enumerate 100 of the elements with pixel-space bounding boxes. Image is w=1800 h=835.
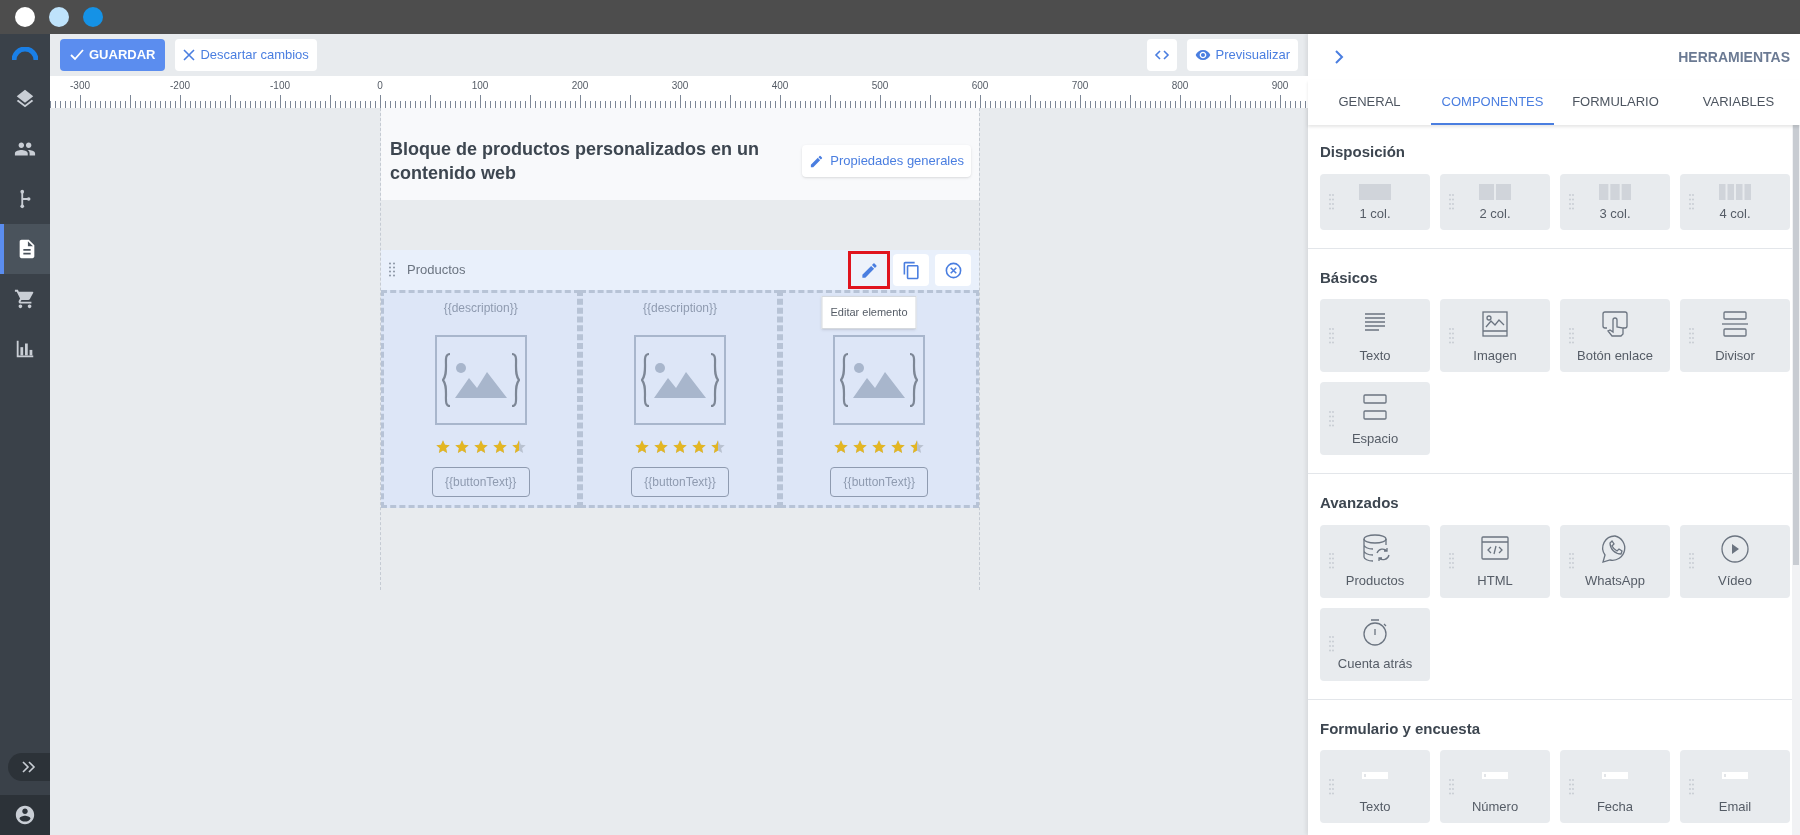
panel-tab[interactable]: VARIABLES: [1677, 80, 1800, 125]
ruler-label: 500: [871, 79, 889, 93]
ruler-label: 600: [971, 79, 989, 93]
component-tile[interactable]: Botón enlace: [1560, 299, 1670, 372]
star-icon: [710, 439, 726, 455]
delete-button[interactable]: [935, 254, 971, 286]
component-tile[interactable]: Email: [1680, 750, 1790, 823]
double-chevron-icon: [22, 761, 36, 773]
discard-button[interactable]: Descartar cambios: [175, 39, 317, 71]
input-field-icon: [1482, 771, 1508, 779]
component-tile[interactable]: Imagen: [1440, 299, 1550, 372]
window-dot-icon[interactable]: [82, 6, 104, 28]
panel-title: HERRAMIENTAS: [1678, 47, 1790, 67]
star-icon: [634, 439, 650, 455]
ruler-label: 100: [471, 79, 489, 93]
panel-tab[interactable]: GENERAL: [1308, 80, 1431, 125]
drag-handle-icon[interactable]: [1689, 193, 1694, 210]
window-dot-icon[interactable]: [48, 6, 70, 28]
logo-icon[interactable]: [12, 47, 38, 61]
scrollbar[interactable]: [1792, 125, 1800, 835]
tooltip: Editar elemento: [821, 296, 917, 329]
drag-handle-icon[interactable]: [1689, 778, 1694, 795]
drag-handle-icon[interactable]: [1689, 327, 1694, 344]
star-icon: [871, 439, 888, 455]
panel-tab[interactable]: COMPONENTES: [1431, 80, 1554, 125]
drag-handle-icon[interactable]: [1689, 553, 1694, 569]
section-title: Formulario y encuesta: [1320, 718, 1482, 739]
component-tile[interactable]: 2 col.: [1440, 173, 1550, 230]
input-field-icon: [1602, 771, 1628, 779]
star-icon: [672, 439, 688, 455]
drag-handle-icon[interactable]: [1449, 327, 1454, 344]
columns-icon: [1599, 184, 1631, 200]
properties-button[interactable]: Propiedades generales: [802, 145, 971, 177]
component-tile[interactable]: Productos: [1320, 524, 1430, 598]
ruler-label: 0: [377, 79, 383, 93]
ruler-label: -100: [270, 79, 290, 93]
close-icon: [183, 49, 196, 61]
copy-button[interactable]: [893, 254, 929, 286]
ruler-label: -300: [70, 79, 90, 93]
drag-handle-icon[interactable]: [1329, 778, 1334, 795]
component-tile[interactable]: Cuenta atrás: [1320, 607, 1430, 681]
columns-icon: [1359, 184, 1391, 200]
component-tile[interactable]: Fecha: [1560, 750, 1670, 823]
ruler-label: 700: [1071, 79, 1089, 93]
component-tile[interactable]: 4 col.: [1680, 173, 1790, 230]
star-icon: [691, 439, 707, 455]
star-icon: [472, 439, 489, 455]
ruler-label: 400: [771, 79, 789, 93]
preview-button[interactable]: Previsualizar: [1186, 39, 1298, 71]
ruler-label: -200: [170, 79, 190, 93]
ruler-label: 900: [1271, 79, 1289, 93]
block-title: Bloque de productos personalizados en un contenido web: [390, 138, 761, 185]
component-tile[interactable]: Divisor: [1680, 299, 1790, 372]
edit-button[interactable]: [851, 254, 887, 286]
component-tile[interactable]: Vídeo: [1680, 524, 1790, 598]
drag-handle-icon[interactable]: [1329, 553, 1334, 569]
star-icon: [852, 439, 869, 455]
star-icon: [833, 439, 850, 455]
sidebar-item[interactable]: [0, 224, 50, 274]
drag-handle-icon[interactable]: [1569, 327, 1574, 344]
component-tile[interactable]: Número: [1440, 750, 1550, 823]
chevron-right-icon[interactable]: [1334, 50, 1344, 64]
columns-icon: [1719, 184, 1751, 200]
component-tile[interactable]: 1 col.: [1320, 173, 1430, 230]
drag-handle-icon[interactable]: [1329, 193, 1334, 210]
window-dot-icon[interactable]: [14, 6, 36, 28]
drag-handle-icon[interactable]: [1329, 410, 1334, 427]
close-circle-icon: [943, 260, 963, 280]
star-icon: [453, 439, 470, 455]
cart-icon: [14, 288, 36, 310]
component-tile[interactable]: Espacio: [1320, 382, 1430, 455]
checkmark-icon: [70, 49, 84, 61]
bar-chart-icon: [14, 338, 36, 360]
code-view-button[interactable]: [1146, 39, 1177, 71]
drag-handle-icon[interactable]: [1569, 778, 1574, 795]
component-tile[interactable]: Texto: [1320, 750, 1430, 823]
drag-handle-icon[interactable]: [1329, 636, 1334, 652]
component-tile[interactable]: 3 col.: [1560, 173, 1670, 230]
component-tile[interactable]: WhatsApp: [1560, 524, 1670, 598]
drag-handle-icon[interactable]: [1329, 327, 1334, 344]
drag-handle-icon[interactable]: [1569, 193, 1574, 210]
drag-handle-icon[interactable]: [1569, 553, 1574, 569]
panel-tab[interactable]: FORMULARIO: [1554, 80, 1677, 125]
drag-handle-icon[interactable]: [1449, 193, 1454, 210]
drag-handle-icon[interactable]: [1449, 778, 1454, 795]
element-label: Productos: [407, 261, 466, 280]
component-icon: [1719, 533, 1751, 565]
pencil-icon: [809, 153, 825, 169]
star-icon: [653, 439, 669, 455]
save-button[interactable]: GUARDAR: [60, 39, 166, 71]
drag-handle-icon[interactable]: [389, 262, 395, 278]
columns-icon: [1479, 184, 1511, 200]
copy-icon: [901, 260, 921, 280]
expand-button[interactable]: [8, 753, 50, 781]
component-tile[interactable]: Texto: [1320, 299, 1430, 372]
drag-handle-icon[interactable]: [1449, 553, 1454, 569]
layers-icon: [14, 88, 36, 110]
component-tile[interactable]: HTML: [1440, 524, 1550, 598]
account-icon[interactable]: [14, 804, 36, 826]
ruler-label: 200: [571, 79, 589, 93]
